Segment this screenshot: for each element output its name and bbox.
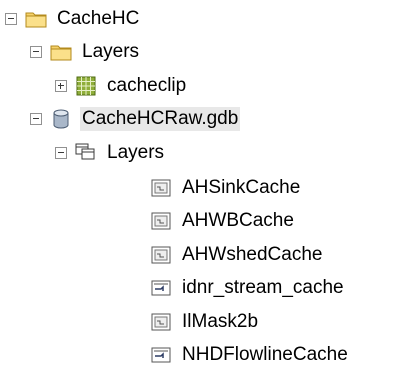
tree-node-label: AHWBCache [182, 209, 294, 231]
tree-node-cachehc[interactable]: CacheHC [5, 2, 141, 35]
tree-node-cacheclip[interactable]: cacheclip [55, 69, 188, 102]
raster-icon [75, 75, 97, 97]
geodatabase-icon [50, 108, 72, 130]
tree-node-label: CacheHCRaw.gdb [80, 106, 241, 131]
folder-icon [25, 8, 47, 30]
tree-node-label: NHDFlowlineCache [182, 343, 348, 365]
tree-node-label: CacheHC [57, 7, 140, 29]
tree-node-label: Layers [82, 40, 140, 62]
catalog-tree: CacheHC Layers cacheclip CacheHCRaw.gdb … [0, 0, 401, 370]
tree-node-label: cacheclip [107, 74, 187, 96]
raster-dataset-icon [150, 210, 172, 232]
line-feature-class-icon [150, 277, 172, 299]
tree-node-ahwshedcache[interactable]: AHWshedCache [150, 238, 324, 271]
folder-icon [50, 41, 72, 63]
tree-node-ilmask2b[interactable]: IlMask2b [150, 305, 260, 338]
expand-toggle[interactable] [55, 79, 67, 92]
tree-node-label: IlMask2b [182, 310, 259, 332]
collapse-toggle[interactable] [55, 146, 67, 159]
tree-node-label: AHWshedCache [182, 243, 323, 265]
tree-node-idnr-stream-cache[interactable]: idnr_stream_cache [150, 271, 346, 304]
raster-dataset-icon [150, 244, 172, 266]
tree-node-nhdflowlinecache[interactable]: NHDFlowlineCache [150, 338, 350, 371]
raster-dataset-icon [150, 177, 172, 199]
collapse-toggle[interactable] [30, 112, 42, 125]
tree-node-ahsinkcache[interactable]: AHSinkCache [150, 171, 302, 204]
collapse-toggle[interactable] [30, 45, 42, 58]
tree-node-layers-folder[interactable]: Layers [30, 35, 141, 68]
line-feature-class-icon [150, 344, 172, 366]
tree-node-geodatabase[interactable]: CacheHCRaw.gdb [30, 102, 241, 135]
tree-node-label: Layers [107, 141, 165, 163]
raster-dataset-icon [150, 311, 172, 333]
tree-node-label: idnr_stream_cache [182, 276, 344, 298]
collapse-toggle[interactable] [5, 12, 17, 25]
tree-node-feature-dataset[interactable]: Layers [55, 136, 166, 169]
tree-node-label: AHSinkCache [182, 176, 301, 198]
feature-dataset-icon [75, 142, 97, 164]
tree-node-ahwbcache[interactable]: AHWBCache [150, 204, 296, 237]
